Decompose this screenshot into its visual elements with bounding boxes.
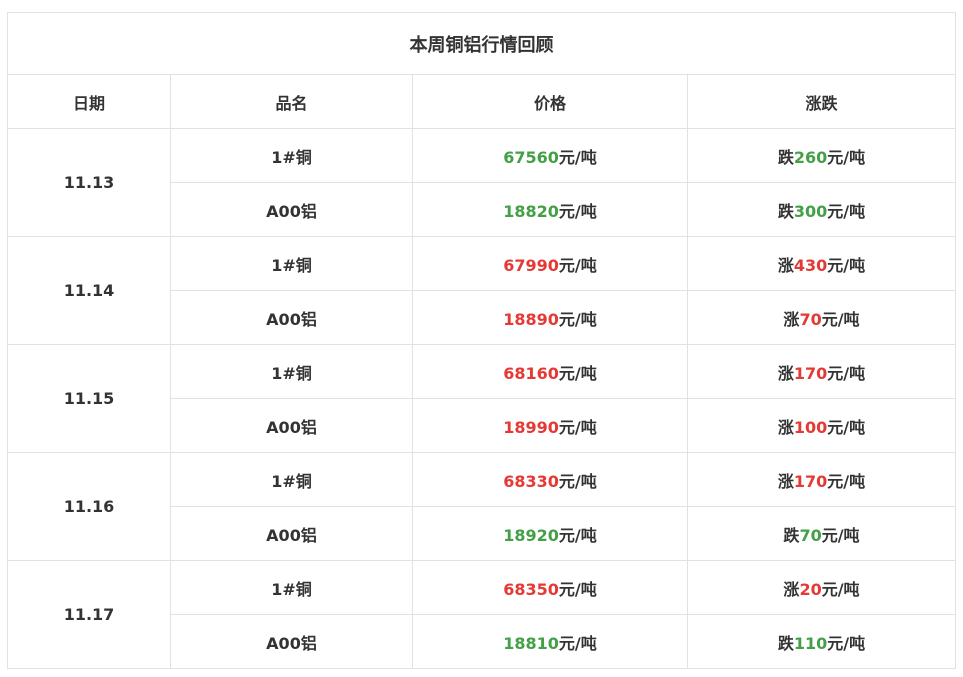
change-cell: 涨430元/吨 <box>687 236 956 291</box>
change-cell: 涨170元/吨 <box>687 344 956 399</box>
price-cell: 67560元/吨 <box>412 128 688 183</box>
change-unit: 元/吨 <box>827 633 866 653</box>
change-value: 20 <box>799 579 822 599</box>
price-value: 68160 <box>503 363 559 383</box>
table-row: 11.16 1#铜 68330元/吨 涨170元/吨 <box>7 452 956 561</box>
change-unit: 元/吨 <box>827 147 866 167</box>
change-value: 170 <box>793 471 828 491</box>
change-unit: 元/吨 <box>827 417 866 437</box>
product-name-cell: 1#铜 <box>170 560 413 615</box>
price-cell: 68350元/吨 <box>412 560 688 615</box>
change-direction: 跌 <box>777 147 794 167</box>
price-unit: 元/吨 <box>558 309 597 329</box>
price-value: 18890 <box>503 309 559 329</box>
price-cell: 68160元/吨 <box>412 344 688 399</box>
change-cell: 涨70元/吨 <box>687 290 956 345</box>
price-unit: 元/吨 <box>558 147 597 167</box>
table-title: 本周铜铝行情回顾 <box>7 12 956 75</box>
price-table: 本周铜铝行情回顾 日期 品名 价格 涨跌 11.13 1#铜 67560元/吨 跌26… <box>7 12 956 669</box>
change-direction: 涨 <box>783 579 800 599</box>
header-change: 涨跌 <box>687 74 956 129</box>
change-cell: 跌260元/吨 <box>687 128 956 183</box>
product-name-cell: A00铝 <box>170 506 413 561</box>
product-name-cell: 1#铜 <box>170 344 413 399</box>
header-name: 品名 <box>170 74 413 129</box>
price-cell: 18990元/吨 <box>412 398 688 453</box>
price-cell: 18820元/吨 <box>412 182 688 237</box>
change-value: 110 <box>793 633 828 653</box>
change-unit: 元/吨 <box>827 255 866 275</box>
price-value: 68330 <box>503 471 559 491</box>
price-unit: 元/吨 <box>558 633 597 653</box>
date-cell: 11.14 <box>7 236 171 345</box>
price-unit: 元/吨 <box>558 417 597 437</box>
change-value: 170 <box>793 363 828 383</box>
price-cell: 18810元/吨 <box>412 614 688 669</box>
change-unit: 元/吨 <box>827 201 866 221</box>
change-unit: 元/吨 <box>827 363 866 383</box>
change-direction: 涨 <box>777 471 794 491</box>
price-value: 67560 <box>503 147 559 167</box>
price-unit: 元/吨 <box>558 363 597 383</box>
product-name-cell: A00铝 <box>170 614 413 669</box>
change-cell: 跌300元/吨 <box>687 182 956 237</box>
change-direction: 跌 <box>783 525 800 545</box>
change-direction: 涨 <box>777 255 794 275</box>
product-name-cell: A00铝 <box>170 398 413 453</box>
price-value: 18810 <box>503 633 559 653</box>
price-cell: 18890元/吨 <box>412 290 688 345</box>
change-value: 100 <box>793 417 828 437</box>
price-cell: 68330元/吨 <box>412 452 688 507</box>
table-row: 11.17 1#铜 68350元/吨 涨20元/吨 <box>7 560 956 669</box>
product-name-cell: A00铝 <box>170 182 413 237</box>
product-name-cell: 1#铜 <box>170 128 413 183</box>
date-cell: 11.17 <box>7 560 171 669</box>
change-cell: 涨100元/吨 <box>687 398 956 453</box>
change-unit: 元/吨 <box>821 579 860 599</box>
price-unit: 元/吨 <box>558 579 597 599</box>
change-direction: 涨 <box>777 363 794 383</box>
price-value: 68350 <box>503 579 559 599</box>
change-direction: 涨 <box>783 309 800 329</box>
table-row: 11.13 1#铜 67560元/吨 跌260元/吨 <box>7 128 956 237</box>
date-cell: 11.13 <box>7 128 171 237</box>
change-cell: 涨20元/吨 <box>687 560 956 615</box>
product-name-cell: 1#铜 <box>170 236 413 291</box>
change-cell: 跌110元/吨 <box>687 614 956 669</box>
header-price: 价格 <box>412 74 688 129</box>
change-unit: 元/吨 <box>827 471 866 491</box>
change-value: 300 <box>793 201 828 221</box>
product-name-cell: 1#铜 <box>170 452 413 507</box>
change-direction: 跌 <box>777 201 794 221</box>
price-unit: 元/吨 <box>558 525 597 545</box>
change-direction: 涨 <box>777 417 794 437</box>
price-value: 67990 <box>503 255 559 275</box>
date-cell: 11.16 <box>7 452 171 561</box>
header-date: 日期 <box>7 74 171 129</box>
date-cell: 11.15 <box>7 344 171 453</box>
change-unit: 元/吨 <box>821 309 860 329</box>
price-unit: 元/吨 <box>558 255 597 275</box>
price-cell: 67990元/吨 <box>412 236 688 291</box>
price-unit: 元/吨 <box>558 201 597 221</box>
price-value: 18820 <box>503 201 559 221</box>
change-value: 260 <box>793 147 828 167</box>
product-name-cell: A00铝 <box>170 290 413 345</box>
price-review-panel: 本周铜铝行情回顾 日期 品名 价格 涨跌 11.13 1#铜 67560元/吨 跌26… <box>7 12 956 669</box>
change-value: 70 <box>799 525 822 545</box>
change-unit: 元/吨 <box>821 525 860 545</box>
table-row: 11.14 1#铜 67990元/吨 涨430元/吨 <box>7 236 956 345</box>
price-unit: 元/吨 <box>558 471 597 491</box>
change-direction: 跌 <box>777 633 794 653</box>
table-body: 11.13 1#铜 67560元/吨 跌260元/吨 A00铝 18820元/吨 跌300元… <box>7 128 956 669</box>
change-value: 430 <box>793 255 828 275</box>
change-cell: 跌70元/吨 <box>687 506 956 561</box>
change-cell: 涨170元/吨 <box>687 452 956 507</box>
header-row: 日期 品名 价格 涨跌 <box>7 74 956 129</box>
change-value: 70 <box>799 309 822 329</box>
table-row: 11.15 1#铜 68160元/吨 涨170元/吨 <box>7 344 956 453</box>
price-value: 18920 <box>503 525 559 545</box>
price-value: 18990 <box>503 417 559 437</box>
price-cell: 18920元/吨 <box>412 506 688 561</box>
